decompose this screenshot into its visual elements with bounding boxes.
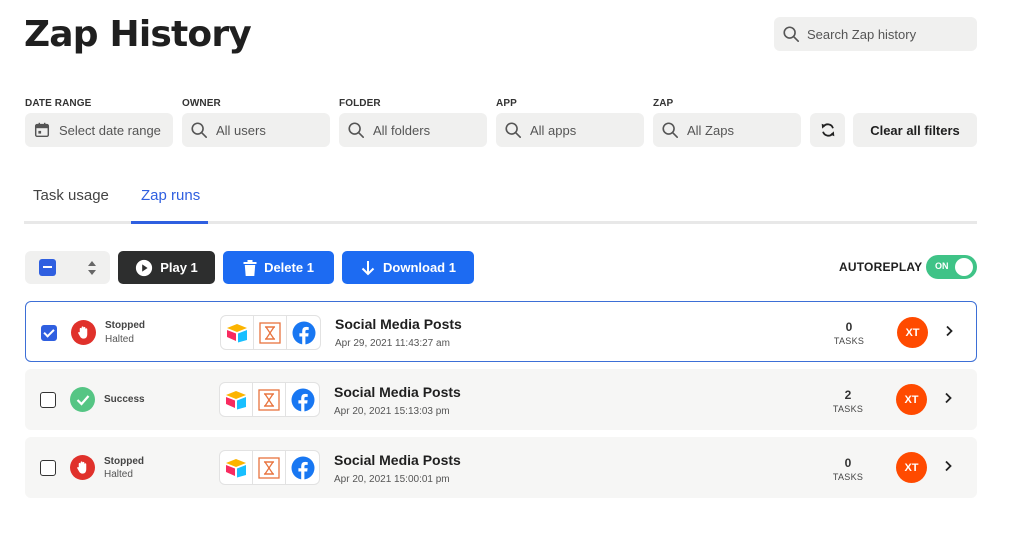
toggle-state-text: ON — [935, 261, 949, 271]
facebook-icon — [286, 451, 319, 484]
avatar: XT — [897, 317, 928, 348]
zap-run-date: Apr 20, 2021 15:00:01 pm — [334, 474, 450, 485]
bulk-select-control[interactable] — [25, 251, 110, 284]
status-primary: Stopped — [104, 456, 144, 467]
autoreplay-label: AUTOREPLAY — [839, 260, 923, 274]
app-icons — [219, 450, 320, 485]
filter-folder: FOLDER All folders — [339, 98, 487, 147]
delete-button-label: Delete 1 — [264, 260, 314, 275]
filter-zap: ZAP All Zaps — [653, 98, 801, 147]
date-range-select[interactable]: Select date range — [25, 113, 173, 147]
zap-name[interactable]: Social Media Posts — [335, 316, 462, 332]
bulk-select-checkbox[interactable] — [39, 259, 56, 276]
airtable-icon — [220, 383, 253, 416]
play-button[interactable]: Play 1 — [118, 251, 215, 284]
search-icon — [783, 26, 800, 43]
calendar-icon — [34, 122, 50, 138]
tab-task-usage[interactable]: Task usage — [33, 187, 109, 204]
chevron-right-icon[interactable] — [944, 324, 954, 338]
filter-label: FOLDER — [339, 98, 381, 109]
active-tab-indicator — [131, 221, 208, 224]
task-count: 0 — [845, 320, 853, 334]
app-icons — [219, 382, 320, 417]
status-primary: Success — [104, 394, 145, 405]
avatar: XT — [896, 452, 927, 483]
autoreplay-toggle[interactable]: ON — [926, 255, 977, 279]
filter-placeholder: All users — [216, 122, 266, 138]
zap-name[interactable]: Social Media Posts — [334, 384, 461, 400]
refresh-button[interactable] — [810, 113, 845, 147]
zap-select[interactable]: All Zaps — [653, 113, 801, 147]
filter-label: OWNER — [182, 98, 221, 109]
status-secondary: Halted — [104, 469, 133, 480]
status-primary: Stopped — [105, 320, 145, 331]
airtable-icon — [221, 316, 254, 349]
clear-all-filters-button[interactable]: Clear all filters — [853, 113, 977, 147]
zap-run-date: Apr 29, 2021 11:43:27 am — [335, 338, 450, 349]
stopped-hand-icon — [71, 320, 96, 345]
download-button[interactable]: Download 1 — [342, 251, 474, 284]
filter-app: APP All apps — [496, 98, 644, 147]
task-label: TASKS — [832, 404, 864, 414]
run-row[interactable]: Stopped Halted Social Media Posts Apr 20… — [25, 437, 977, 498]
row-checkbox[interactable] — [40, 460, 56, 476]
airtable-icon — [220, 451, 253, 484]
search-icon — [505, 122, 522, 139]
task-label: TASKS — [833, 336, 865, 346]
task-count: 0 — [844, 456, 852, 470]
sort-arrows-icon — [88, 261, 96, 275]
app-select[interactable]: All apps — [496, 113, 644, 147]
filter-placeholder: All Zaps — [687, 122, 734, 138]
zap-name[interactable]: Social Media Posts — [334, 452, 461, 468]
app-icons — [220, 315, 321, 350]
delay-hourglass-icon — [253, 451, 286, 484]
filter-date-range: DATE RANGE Select date range — [25, 98, 173, 147]
stopped-hand-icon — [70, 455, 95, 480]
owner-select[interactable]: All users — [182, 113, 330, 147]
tab-bar: Task usage Zap runs — [24, 170, 977, 224]
tab-zap-runs[interactable]: Zap runs — [141, 187, 200, 204]
filter-owner: OWNER All users — [182, 98, 330, 147]
arrow-down-icon — [361, 260, 375, 275]
delete-button[interactable]: Delete 1 — [223, 251, 334, 284]
row-checkbox[interactable] — [40, 392, 56, 408]
toggle-knob — [955, 258, 973, 276]
zap-run-date: Apr 20, 2021 15:13:03 pm — [334, 406, 450, 417]
check-circle-icon — [70, 387, 95, 412]
status-secondary: Halted — [105, 334, 134, 345]
filter-label: APP — [496, 98, 517, 109]
play-icon — [136, 259, 153, 276]
filter-placeholder: Select date range — [59, 122, 161, 138]
facebook-icon — [287, 316, 320, 349]
trash-icon — [243, 259, 257, 276]
filter-placeholder: All folders — [373, 122, 431, 138]
task-count: 2 — [844, 388, 852, 402]
filter-label: DATE RANGE — [25, 98, 92, 109]
play-button-label: Play 1 — [160, 260, 198, 275]
delay-hourglass-icon — [253, 383, 286, 416]
download-button-label: Download 1 — [383, 260, 456, 275]
run-row[interactable]: Stopped Halted Social Media Posts Apr 29… — [25, 301, 977, 362]
run-row[interactable]: Success Social Media Posts Apr 20, 2021 … — [25, 369, 977, 430]
filter-placeholder: All apps — [530, 122, 577, 138]
facebook-icon — [286, 383, 319, 416]
delay-hourglass-icon — [254, 316, 287, 349]
chevron-right-icon[interactable] — [943, 391, 953, 405]
page-title: Zap History — [24, 14, 252, 55]
search-input[interactable] — [807, 26, 967, 42]
avatar: XT — [896, 384, 927, 415]
folder-select[interactable]: All folders — [339, 113, 487, 147]
search-icon — [662, 122, 679, 139]
chevron-right-icon[interactable] — [943, 459, 953, 473]
search-box[interactable] — [774, 17, 977, 51]
row-checkbox[interactable] — [41, 325, 57, 341]
search-icon — [348, 122, 365, 139]
task-label: TASKS — [832, 472, 864, 482]
refresh-icon — [821, 123, 834, 137]
search-icon — [191, 122, 208, 139]
filter-label: ZAP — [653, 98, 674, 109]
